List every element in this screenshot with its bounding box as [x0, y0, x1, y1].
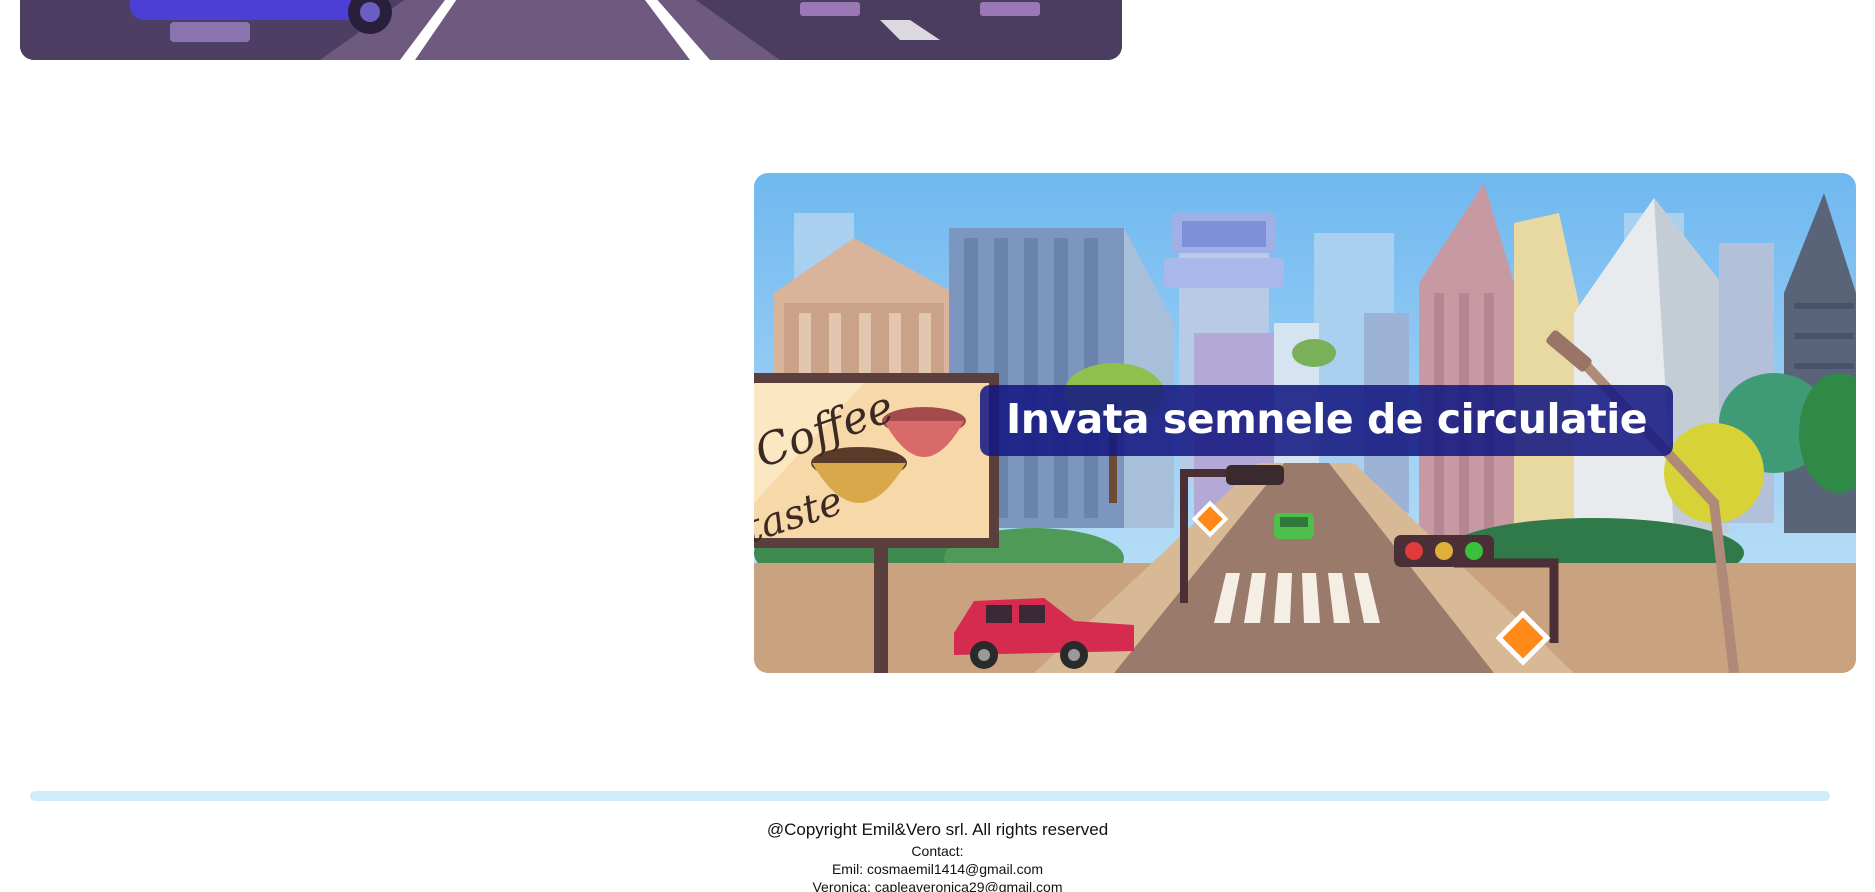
road-illustration-card[interactable]: [20, 0, 1122, 60]
footer: @Copyright Emil&Vero srl. All rights res…: [0, 818, 1875, 892]
banner-title[interactable]: Invata semnele de circulatie: [980, 385, 1674, 457]
city-banner-card[interactable]: Coffee taste Invata semnele de circulati…: [754, 173, 1856, 673]
road-illustration: [20, 0, 1122, 60]
contact-emil[interactable]: Emil: cosmaemil1414@gmail.com: [0, 860, 1875, 878]
contact-veronica[interactable]: Veronica: capleaveronica29@gmail.com: [0, 878, 1875, 892]
contact-label: Contact:: [911, 843, 964, 859]
copyright-text: @Copyright Emil&Vero srl. All rights res…: [766, 820, 1109, 839]
footer-divider: [30, 791, 1830, 801]
